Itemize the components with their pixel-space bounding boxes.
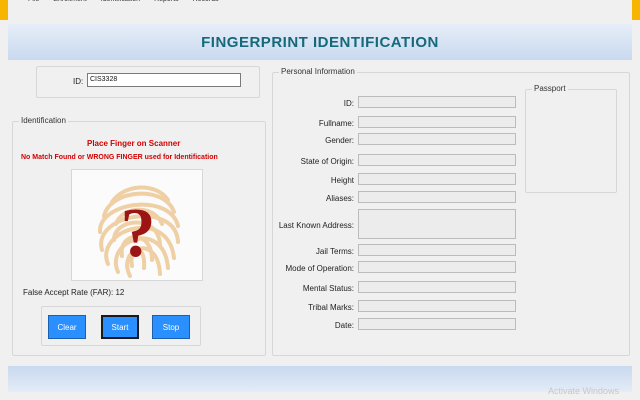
menu-enrollment[interactable]: Enrollment bbox=[53, 0, 86, 8]
fullname-label: Fullname: bbox=[318, 119, 354, 128]
tribal-marks-field[interactable] bbox=[358, 300, 516, 312]
status-message: No Match Found or WRONG FINGER used for … bbox=[21, 154, 218, 161]
page-title: FINGERPRINT IDENTIFICATION bbox=[201, 33, 439, 51]
mode-of-operation-label: Mode of Operation: bbox=[285, 264, 354, 273]
id-label: ID: bbox=[73, 77, 84, 86]
fingerprint-image: ? bbox=[71, 169, 203, 281]
last-known-address-label: Last Known Address: bbox=[278, 221, 354, 230]
menu-identification[interactable]: Identification bbox=[101, 0, 140, 8]
footer-banner bbox=[8, 366, 632, 392]
personal-id-label: ID: bbox=[343, 99, 354, 108]
aliases-label: Aliases: bbox=[325, 194, 354, 203]
far-text: False Accept Rate (FAR): 12 bbox=[23, 288, 125, 297]
main-form: FINGERPRINT IDENTIFICATION ID: CIS3328 I… bbox=[8, 8, 632, 400]
button-panel: Clear Start Stop bbox=[41, 306, 201, 346]
last-known-address-field[interactable] bbox=[358, 209, 516, 239]
state-of-origin-field[interactable] bbox=[358, 154, 516, 166]
id-panel: ID: CIS3328 bbox=[36, 66, 260, 98]
height-field[interactable] bbox=[358, 173, 516, 185]
menubar: File Enrollment Identification Reports R… bbox=[8, 0, 632, 8]
jail-terms-field[interactable] bbox=[358, 244, 516, 256]
stop-button[interactable]: Stop bbox=[152, 315, 190, 339]
fullname-field[interactable] bbox=[358, 116, 516, 128]
jail-terms-label: Jail Terms: bbox=[315, 247, 354, 256]
identification-group: Identification Place Finger on Scanner N… bbox=[12, 116, 266, 356]
personal-id-field[interactable] bbox=[358, 96, 516, 108]
gender-label: Gender: bbox=[325, 136, 354, 145]
title-banner: FINGERPRINT IDENTIFICATION bbox=[8, 24, 632, 60]
id-input[interactable]: CIS3328 bbox=[87, 73, 241, 87]
date-field[interactable] bbox=[358, 318, 516, 330]
menu-file[interactable]: File bbox=[28, 0, 39, 8]
fingerprint-question-icon: ? bbox=[97, 185, 180, 278]
passport-group: Passport bbox=[525, 84, 617, 193]
clear-button[interactable]: Clear bbox=[48, 315, 86, 339]
passport-title: Passport bbox=[532, 84, 568, 93]
aliases-field[interactable] bbox=[358, 191, 516, 203]
menu-records[interactable]: Records bbox=[193, 0, 219, 8]
svg-text:?: ? bbox=[121, 195, 156, 272]
personal-info-title: Personal Information bbox=[279, 67, 357, 76]
passport-photo bbox=[530, 98, 612, 188]
menu-reports[interactable]: Reports bbox=[154, 0, 179, 8]
start-button[interactable]: Start bbox=[101, 315, 139, 339]
gender-field[interactable] bbox=[358, 133, 516, 145]
date-label: Date: bbox=[334, 321, 354, 330]
identification-group-title: Identification bbox=[19, 116, 68, 125]
mental-status-field[interactable] bbox=[358, 281, 516, 293]
activation-watermark: Activate Windows bbox=[548, 386, 620, 396]
personal-info-group: Personal Information ID: Fullname: Gende… bbox=[272, 67, 630, 356]
height-label: Height bbox=[330, 176, 354, 185]
instruction-text: Place Finger on Scanner bbox=[87, 139, 181, 148]
mode-of-operation-field[interactable] bbox=[358, 261, 516, 273]
mental-status-label: Mental Status: bbox=[302, 284, 354, 293]
state-of-origin-label: State of Origin: bbox=[300, 157, 354, 166]
tribal-marks-label: Tribal Marks: bbox=[308, 303, 354, 312]
